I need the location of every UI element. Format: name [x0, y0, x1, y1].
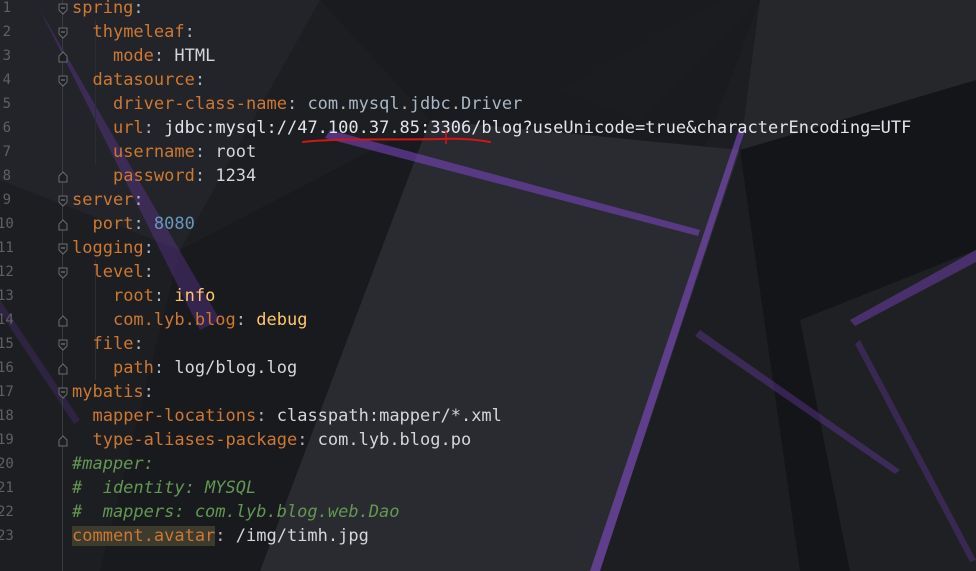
- yaml-key: port: [92, 214, 134, 234]
- line-number: 14: [0, 312, 14, 328]
- line-number: 21: [0, 480, 14, 496]
- yaml-value-url: jdbc:mysql://47.100.37.85:3306/blog?useU…: [164, 118, 912, 138]
- line-number: 18: [0, 408, 14, 424]
- yaml-line[interactable]: path: log/blog.log: [72, 356, 297, 380]
- code-editor[interactable]: 1 2 3 4 5 6 7 8 9 10 11 12 13 14 15 16 1…: [0, 0, 976, 571]
- yaml-key: server: [72, 190, 134, 210]
- fold-collapse-icon[interactable]: [57, 236, 69, 260]
- line-number: 16: [0, 360, 14, 376]
- line-number: 22: [0, 504, 14, 520]
- yaml-key: type-aliases-package: [92, 430, 298, 450]
- yaml-line[interactable]: username: root: [72, 140, 256, 164]
- yaml-line[interactable]: port: 8080: [72, 212, 195, 236]
- yaml-key: spring: [72, 0, 134, 18]
- fold-collapse-icon[interactable]: [57, 188, 69, 212]
- yaml-key: file: [92, 334, 134, 354]
- line-number: 6: [2, 120, 11, 136]
- yaml-line[interactable]: type-aliases-package: com.lyb.blog.po: [72, 428, 471, 452]
- yaml-value: com.mysql.jdbc.Driver: [307, 94, 523, 114]
- yaml-comment-line[interactable]: # identity: MYSQL: [72, 476, 256, 500]
- yaml-line[interactable]: mybatis:: [72, 380, 154, 404]
- yaml-value: info: [174, 286, 216, 306]
- yaml-line[interactable]: server:: [72, 188, 144, 212]
- line-number: 5: [2, 96, 11, 112]
- yaml-key: thymeleaf: [92, 22, 185, 42]
- line-number: 10: [0, 216, 14, 232]
- yaml-value-number: 8080: [153, 214, 195, 234]
- yaml-comment-line[interactable]: # mappers: com.lyb.blog.web.Dao: [72, 500, 400, 524]
- line-number: 3: [2, 48, 11, 64]
- yaml-comment: # identity: MYSQL: [72, 478, 257, 498]
- fold-collapse-icon[interactable]: [57, 332, 69, 356]
- fold-end-icon[interactable]: [57, 428, 69, 452]
- yaml-line[interactable]: com.lyb.blog: debug: [72, 308, 308, 332]
- yaml-key: mapper-locations: [92, 406, 257, 426]
- yaml-value: log/blog.log: [174, 358, 298, 378]
- yaml-line[interactable]: root: info: [72, 284, 215, 308]
- fold-collapse-icon[interactable]: [57, 20, 69, 44]
- yaml-key: path: [112, 358, 154, 378]
- fold-collapse-icon[interactable]: [57, 0, 69, 20]
- yaml-line[interactable]: file:: [72, 332, 143, 356]
- yaml-value: classpath:mapper/*.xml: [276, 406, 502, 426]
- yaml-key: password: [112, 166, 195, 186]
- line-number: 23: [0, 528, 14, 544]
- yaml-line[interactable]: mode: HTML: [72, 44, 215, 68]
- fold-end-icon[interactable]: [57, 44, 69, 68]
- yaml-value: com.lyb.blog.po: [317, 430, 472, 450]
- line-number: 9: [2, 192, 11, 208]
- yaml-line[interactable]: logging:: [72, 236, 154, 260]
- line-number: 11: [0, 240, 14, 256]
- fold-end-icon[interactable]: [57, 212, 69, 236]
- yaml-key: level: [92, 262, 144, 282]
- yaml-key: mybatis: [72, 382, 144, 402]
- yaml-key: root: [112, 286, 154, 306]
- yaml-line[interactable]: password: 1234: [72, 164, 256, 188]
- line-number: 8: [2, 168, 11, 184]
- yaml-value: /img/timh.jpg: [235, 526, 369, 546]
- yaml-line[interactable]: comment.avatar: /img/timh.jpg: [72, 524, 369, 548]
- yaml-line[interactable]: spring:: [72, 0, 144, 20]
- yaml-comment-line[interactable]: #mapper:: [72, 452, 154, 476]
- red-underline-annotation: [302, 130, 491, 144]
- line-number: 1: [2, 0, 11, 16]
- yaml-key: username: [112, 142, 195, 162]
- yaml-key: logging: [72, 238, 144, 258]
- yaml-value: 1234: [215, 166, 257, 186]
- line-number: 2: [2, 24, 11, 40]
- yaml-comment: # mappers: com.lyb.blog.web.Dao: [72, 502, 400, 522]
- yaml-key: com.lyb.blog: [112, 310, 236, 330]
- yaml-value: root: [215, 142, 257, 162]
- line-number: 12: [0, 264, 14, 280]
- line-number: 4: [2, 72, 11, 88]
- line-number: 19: [0, 432, 14, 448]
- yaml-line[interactable]: datasource:: [72, 68, 205, 92]
- fold-collapse-icon[interactable]: [57, 68, 69, 92]
- line-number: 20: [0, 456, 14, 472]
- yaml-line[interactable]: thymeleaf:: [72, 20, 194, 44]
- yaml-line[interactable]: level:: [72, 260, 153, 284]
- fold-end-icon[interactable]: [57, 164, 69, 188]
- yaml-line[interactable]: driver-class-name: com.mysql.jdbc.Driver: [72, 92, 522, 116]
- fold-end-icon[interactable]: [57, 308, 69, 332]
- yaml-key: driver-class-name: [112, 94, 287, 114]
- line-number: 7: [2, 144, 11, 160]
- yaml-key: datasource: [92, 70, 195, 90]
- fold-collapse-icon[interactable]: [57, 380, 69, 404]
- yaml-comment: #mapper:: [72, 454, 154, 474]
- line-number: 15: [0, 336, 14, 352]
- yaml-key: mode: [112, 46, 154, 66]
- yaml-key-highlighted: comment.avatar: [72, 526, 216, 546]
- yaml-value: debug: [256, 310, 308, 330]
- fold-end-icon[interactable]: [57, 356, 69, 380]
- yaml-value: HTML: [174, 46, 216, 66]
- yaml-key: url: [112, 118, 144, 138]
- line-number: 17: [0, 384, 14, 400]
- fold-collapse-icon[interactable]: [57, 260, 69, 284]
- yaml-line[interactable]: mapper-locations: classpath:mapper/*.xml: [72, 404, 502, 428]
- line-number: 13: [0, 288, 14, 304]
